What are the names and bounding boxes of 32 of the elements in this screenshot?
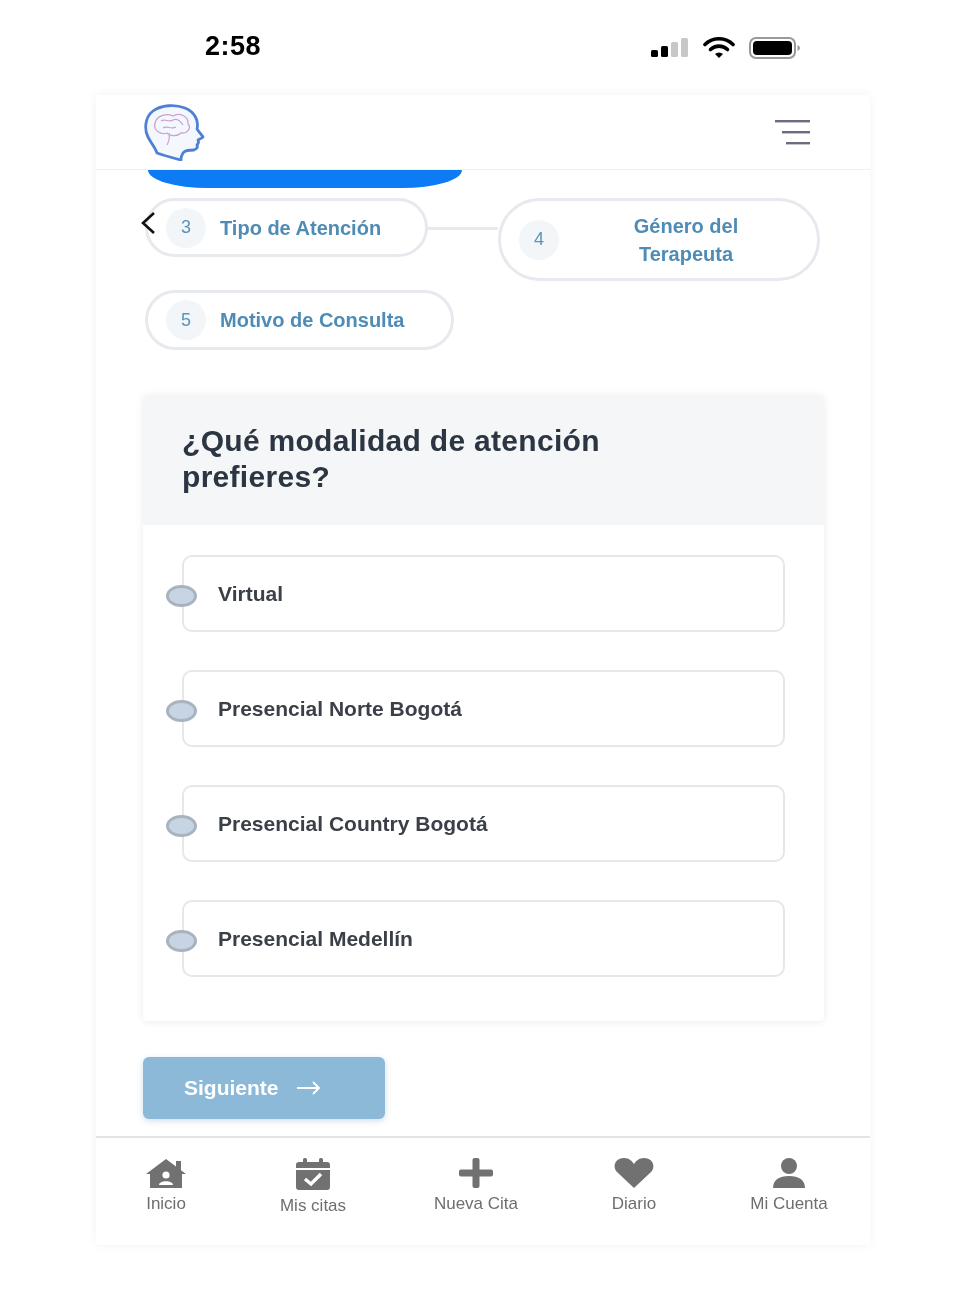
home-icon: [145, 1158, 187, 1188]
option-item[interactable]: Presencial Medellín: [182, 900, 785, 977]
calendar-check-icon: [295, 1158, 331, 1190]
arrow-right-icon: [296, 1081, 321, 1095]
option-item[interactable]: Presencial Norte Bogotá: [182, 670, 785, 747]
heart-icon: [614, 1158, 654, 1188]
step-label: Motivo de Consulta: [220, 308, 405, 333]
battery-icon: [749, 36, 801, 59]
nav-item[interactable]: Mi Cuenta: [750, 1158, 828, 1216]
nav-item[interactable]: Nueva Cita: [433, 1158, 519, 1216]
step-label: Género del Terapeuta: [632, 213, 740, 267]
nav-item[interactable]: Diario: [611, 1158, 657, 1216]
signal-icon: [651, 38, 689, 57]
wifi-icon: [703, 36, 735, 59]
step-number: 3: [166, 207, 206, 248]
step-number: 4: [519, 219, 559, 260]
step-number: 5: [166, 300, 206, 340]
step-pill[interactable]: 4 Género del Terapeuta: [498, 198, 820, 281]
back-chevron-icon[interactable]: [139, 211, 157, 235]
nav-item[interactable]: Mis citas: [279, 1158, 347, 1216]
step-pill[interactable]: 3 Tipo de Atención: [145, 198, 428, 257]
status-time: 2:58: [205, 31, 262, 62]
user-icon: [771, 1158, 807, 1188]
menu-icon[interactable]: [775, 119, 810, 145]
nav-item[interactable]: Inicio: [145, 1158, 187, 1216]
step-pill[interactable]: 5 Motivo de Consulta: [145, 290, 454, 350]
plus-icon: [459, 1158, 493, 1188]
step-label: Tipo de Atención: [220, 215, 382, 241]
option-item[interactable]: Virtual: [182, 555, 785, 632]
question-title: ¿Qué modalidad de atención prefieres?: [182, 423, 601, 495]
head-logo-icon: [143, 103, 205, 161]
option-item[interactable]: Presencial Country Bogotá: [182, 785, 785, 862]
